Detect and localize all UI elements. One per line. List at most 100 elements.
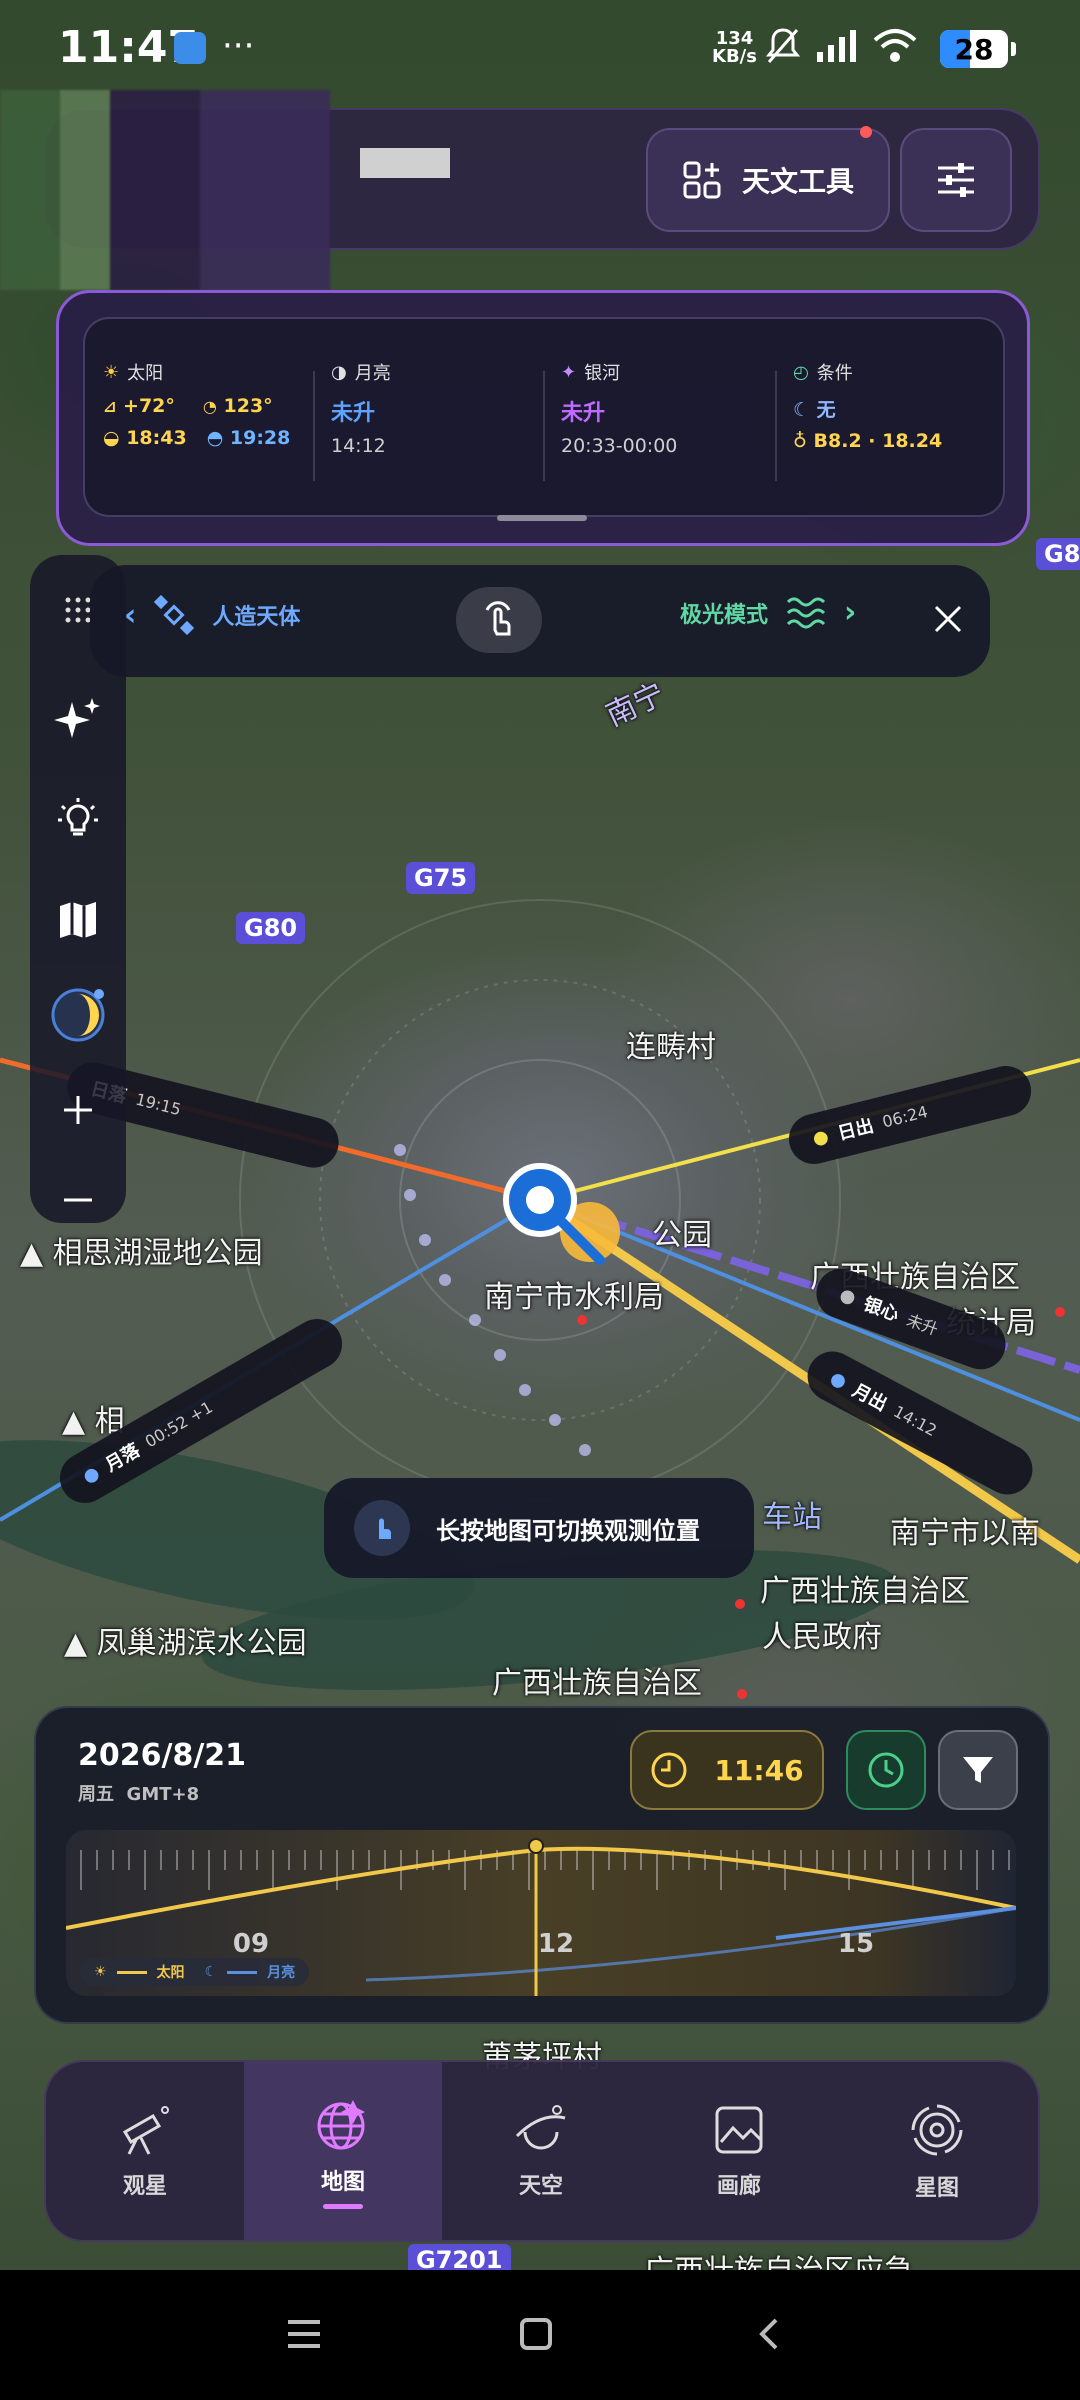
milky-way-info[interactable]: ✦ 银河 未升 20:33-00:00 xyxy=(561,359,677,489)
panel-drag-handle[interactable] xyxy=(497,515,587,521)
nav-label: 天空 xyxy=(518,2174,563,2199)
moon-legend-line xyxy=(227,1970,258,1974)
chart-legend: ☀ 太阳 ☾ 月亮 xyxy=(80,1958,310,1986)
light-pollution-button[interactable] xyxy=(30,785,126,855)
signal-icon xyxy=(817,30,856,62)
pill-time: 06:24 xyxy=(880,1101,930,1132)
active-indicator xyxy=(323,2203,363,2209)
pill-label: 月落 xyxy=(101,1439,144,1477)
timeline-panel: 2026/8/21 周五 GMT+8 11:46 09 12 15 ☀ 太阳 ☾ 月… xyxy=(34,1706,1050,2024)
status-bar: 11:47 ··· 134 KB/s 28 xyxy=(0,0,1080,100)
timeline-subtitle: 周五 GMT+8 xyxy=(78,1780,199,1806)
satellite-mode-button[interactable]: ‹ 人造天体 xyxy=(124,595,300,635)
road-shield: G80 xyxy=(236,912,306,944)
filter-button[interactable] xyxy=(938,1730,1018,1810)
conditions-moon: ☾ 无 xyxy=(793,399,836,421)
zoom-in-button[interactable] xyxy=(30,1075,126,1145)
nav-gallery[interactable]: 画廊 xyxy=(640,2062,838,2240)
x-tick-label: 15 xyxy=(838,1929,874,1959)
home-icon[interactable] xyxy=(516,2314,556,2354)
milky-way-title: 银河 xyxy=(584,363,621,384)
moon-title: 月亮 xyxy=(354,363,391,384)
sun-legend-label: 太阳 xyxy=(156,1965,185,1981)
aurora-mode-button[interactable]: 极光模式 › xyxy=(680,595,856,630)
timeline-date[interactable]: 2026/8/21 xyxy=(78,1738,246,1773)
sliders-icon xyxy=(938,163,974,197)
map-layer-button[interactable] xyxy=(30,885,126,955)
satellite-mode-label: 人造天体 xyxy=(212,605,301,630)
pill-label: 日出 xyxy=(835,1115,876,1145)
clock-icon xyxy=(868,1752,904,1788)
map-label: 车站 xyxy=(762,1500,822,1535)
satellite-icon xyxy=(154,595,195,635)
app-notification-icon xyxy=(174,32,206,64)
nav-map[interactable]: 地图 xyxy=(244,2062,442,2240)
map-label: 广西壮族自治区 xyxy=(492,1666,702,1701)
touch-mode-button[interactable] xyxy=(456,587,542,653)
net-speed-unit: KB/s xyxy=(712,46,757,67)
sun-legend-icon: ☀ xyxy=(94,1964,107,1980)
sparkle-icon: ✦ xyxy=(561,361,577,383)
close-mode-button[interactable] xyxy=(920,591,976,647)
reset-time-button[interactable] xyxy=(846,1730,926,1810)
sparkles-icon xyxy=(54,698,100,738)
hint-toast: 长按地图可切换观测位置 xyxy=(324,1478,754,1578)
conditions-info[interactable]: ◴ 条件 ☾ 无 ♁ B8.2 · 18.24 xyxy=(793,359,942,489)
time-slider[interactable]: 09 12 15 ☀ 太阳 ☾ 月亮 xyxy=(66,1830,1016,1996)
wifi-icon xyxy=(873,29,917,62)
back-icon[interactable] xyxy=(750,2314,790,2354)
sun-altitude: ⊿ +72° xyxy=(103,395,175,417)
astronomy-tools-button[interactable]: 天文工具 xyxy=(646,128,890,232)
moon-phase-button[interactable] xyxy=(30,980,126,1050)
sun-info[interactable]: ☀ 太阳 ⊿ +72° ◔ 123° ◒ 18:43 ◓ 19:28 xyxy=(103,359,290,489)
filter-settings-button[interactable] xyxy=(900,128,1012,232)
map-label: ▲ 凤巢湖滨水公园 xyxy=(64,1626,307,1661)
x-tick-label: 12 xyxy=(538,1929,574,1959)
zoom-out-button[interactable] xyxy=(30,1165,126,1235)
x-tick-label: 09 xyxy=(233,1929,269,1959)
pill-time: 14:12 xyxy=(890,1401,941,1440)
nav-label: 观星 xyxy=(122,2174,167,2199)
nav-label: 画廊 xyxy=(716,2174,761,2199)
map-label: 公园 xyxy=(652,1218,712,1253)
waves-icon xyxy=(786,597,826,628)
chevron-right-icon: › xyxy=(844,595,857,630)
galaxy-icon xyxy=(911,2104,963,2156)
weekday: 周五 xyxy=(78,1784,114,1805)
map-icon xyxy=(60,902,96,938)
current-time-button[interactable]: 11:46 xyxy=(630,1730,824,1810)
map-label: 南宁市水利局 xyxy=(484,1280,664,1315)
more-notifications-icon: ··· xyxy=(222,26,255,66)
mute-icon xyxy=(765,28,801,63)
grid-plus-icon xyxy=(683,161,721,199)
globe-icon xyxy=(317,2099,365,2149)
moon-legend-label: 月亮 xyxy=(267,1965,296,1981)
moon-info[interactable]: ◑ 月亮 未升 14:12 xyxy=(331,359,391,489)
mode-bar: ‹ 人造天体 极光模式 › xyxy=(90,565,990,677)
stars-button[interactable] xyxy=(30,685,126,755)
pill-time: 19:15 xyxy=(133,1089,184,1119)
system-navigation-bar xyxy=(0,2270,1080,2400)
nav-observe[interactable]: 观星 xyxy=(46,2062,244,2240)
bortle-value: ♁ B8.2 · 18.24 xyxy=(793,430,943,452)
menu-icon[interactable] xyxy=(284,2314,324,2354)
milky-way-status: 未升 xyxy=(561,401,606,426)
pill-label: 月出 xyxy=(848,1380,891,1416)
nav-label: 星图 xyxy=(914,2176,959,2201)
map-label: 广西壮族自治区应急 xyxy=(644,2246,914,2270)
clock-face-icon xyxy=(651,1752,687,1788)
hint-text: 长按地图可切换观测位置 xyxy=(436,1516,700,1545)
road-shield: G75 xyxy=(406,862,476,894)
user-name xyxy=(360,148,450,178)
avatar[interactable] xyxy=(0,90,330,290)
touch-hint-icon xyxy=(354,1500,410,1556)
sky-info-panel[interactable]: ☀ 太阳 ⊿ +72° ◔ 123° ◒ 18:43 ◓ 19:28 ◑ 月亮 未升… xyxy=(56,290,1030,546)
moon-time: 14:12 xyxy=(331,435,386,457)
nav-sky[interactable]: 天空 xyxy=(442,2062,640,2240)
gallery-icon xyxy=(715,2106,763,2154)
map-label: 人民政府 xyxy=(762,1620,882,1655)
nav-star-chart[interactable]: 星图 xyxy=(838,2062,1036,2240)
status-icons xyxy=(765,26,917,66)
net-speed: 134 KB/s xyxy=(712,30,757,66)
timezone: GMT+8 xyxy=(126,1784,200,1805)
